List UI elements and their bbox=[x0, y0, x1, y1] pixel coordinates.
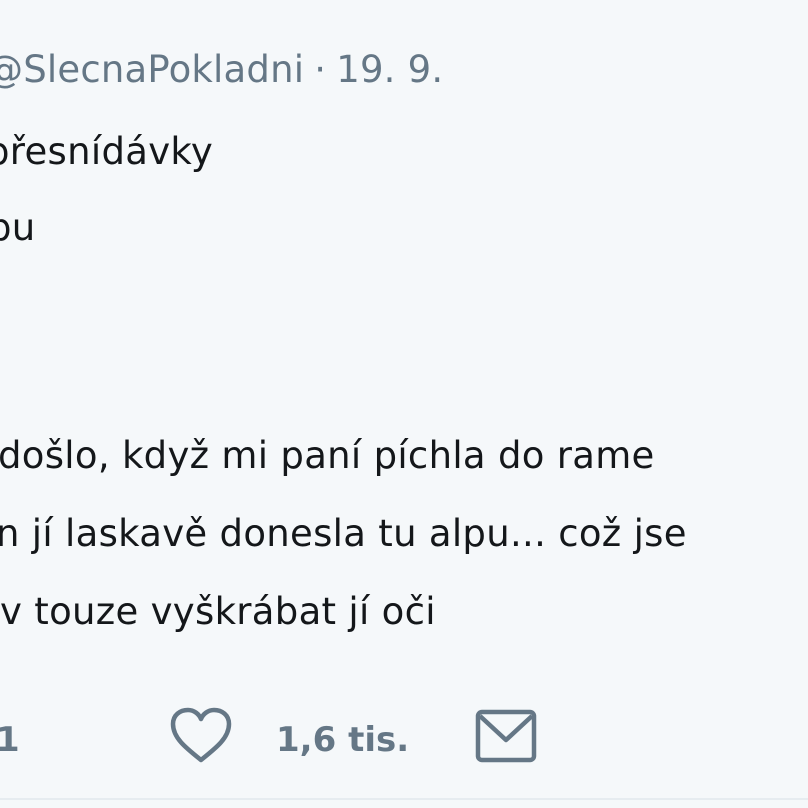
tweet: @SlecnaPokladni·19. 9. přesnídávky pu do… bbox=[0, 0, 808, 808]
tweet-date[interactable]: 19. 9. bbox=[336, 48, 443, 91]
heart-icon bbox=[170, 707, 232, 763]
user-handle[interactable]: @SlecnaPokladni bbox=[0, 48, 304, 91]
envelope-icon bbox=[475, 709, 537, 763]
like-count[interactable]: 1,6 tis. bbox=[276, 720, 409, 760]
tweet-actions: 1 1,6 tis. bbox=[0, 700, 808, 770]
like-button[interactable] bbox=[168, 706, 234, 766]
header-separator: · bbox=[314, 48, 327, 91]
tweet-text-line-2: pu bbox=[0, 206, 36, 249]
tweet-header: @SlecnaPokladni · 19. 9. bbox=[0, 48, 443, 91]
tweet-text-line-1: přesnídávky bbox=[0, 130, 214, 173]
direct-message-button[interactable] bbox=[474, 708, 538, 764]
reply-count[interactable]: 1 bbox=[0, 720, 20, 760]
tweet-text-line-4: n jí laskavě donesla tu alpu... což jse bbox=[0, 512, 687, 555]
divider bbox=[0, 798, 808, 800]
tweet-text-line-3: došlo, když mi paní píchla do rame bbox=[0, 434, 655, 477]
tweet-text-line-5: v touze vyškrábat jí oči bbox=[0, 590, 436, 633]
